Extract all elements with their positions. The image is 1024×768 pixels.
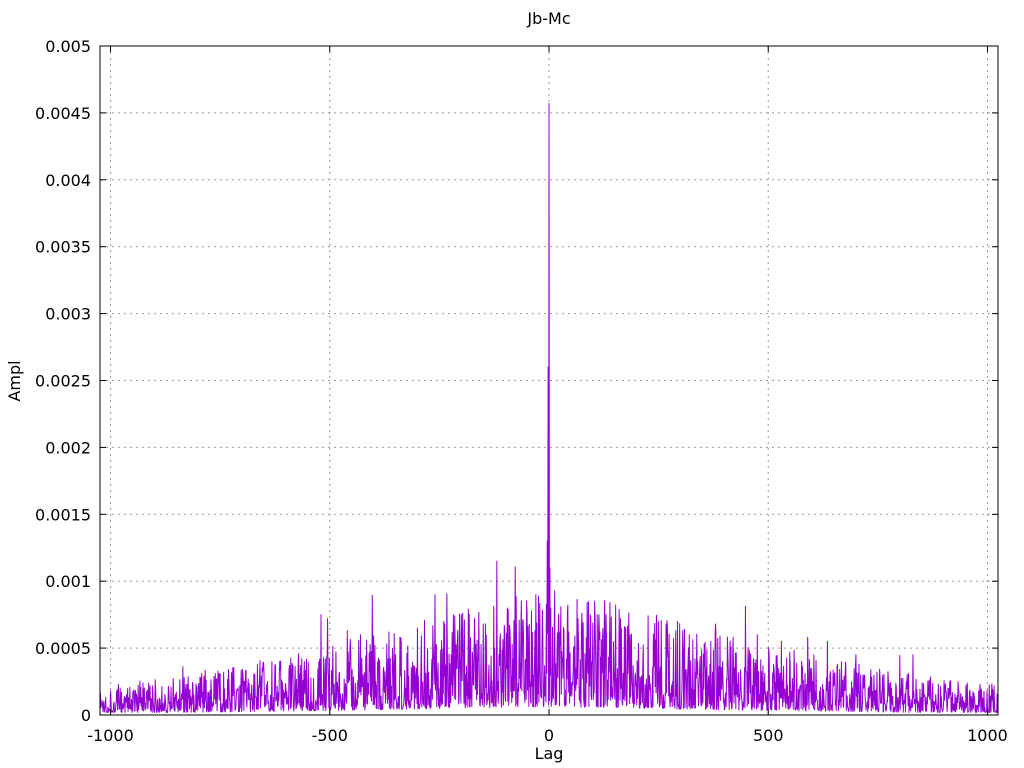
y-tick-label: 0.0015 [35,505,91,524]
y-tick-label: 0.0025 [35,372,91,391]
y-tick-label: 0.003 [45,305,91,324]
y-tick-label: 0.004 [45,171,91,190]
plot-window: -1000 -500 0 500 1000 0 0.0005 0.001 0.0015 0.002… [0,0,1024,768]
x-tick-label: 0 [544,726,554,745]
x-tick-label: -500 [312,726,348,745]
y-tick-label: 0.0035 [35,238,91,257]
y-tick-label: 0.002 [45,438,91,457]
correlation-chart: -1000 -500 0 500 1000 0 0.0005 0.001 0.0015 0.002… [5,9,1008,763]
chart-title: Jb-Mc [526,9,570,28]
x-tick-label: 500 [753,726,784,745]
y-tick-label: 0.001 [45,572,91,591]
data-series [99,103,999,713]
x-tick-label: 1000 [967,726,1008,745]
x-tick-label: -1000 [87,726,134,745]
y-tick-label: 0.0045 [35,104,91,123]
x-axis-label: Lag [535,744,564,763]
y-tick-label: 0 [81,706,91,725]
correlation-series-line [99,103,999,713]
y-axis-label: Ampl [5,360,24,401]
y-tick-label: 0.005 [45,37,91,56]
y-tick-label: 0.0005 [35,639,91,658]
